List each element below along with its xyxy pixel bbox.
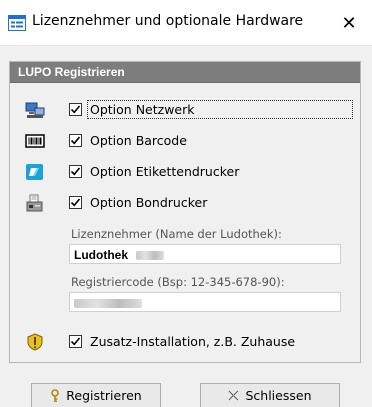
option-network-row: Option Netzwerk xyxy=(10,100,353,120)
licensee-label: Lizenznehmer (Name der Ludothek): xyxy=(71,227,282,241)
form-icon xyxy=(8,15,26,31)
label-printer-icon xyxy=(26,164,43,180)
option-barcode-row: Option Barcode xyxy=(10,131,350,151)
extra-install-checkbox[interactable] xyxy=(69,335,82,348)
option-network-label[interactable]: Option Netzwerk xyxy=(90,102,195,117)
register-button-label: Registrieren xyxy=(66,388,142,403)
window-title: Lizenznehmer und optionale Hardware xyxy=(32,13,304,29)
redacted-text xyxy=(135,251,164,260)
group-header: LUPO Registrieren xyxy=(10,62,360,83)
register-button[interactable]: Registrieren xyxy=(31,383,161,407)
close-button[interactable]: Schliessen xyxy=(200,383,340,407)
extra-install-label[interactable]: Zusatz-Installation, z.B. Zuhause xyxy=(90,334,295,349)
option-receipt-printer-checkbox[interactable] xyxy=(69,196,82,209)
shield-icon xyxy=(27,333,43,351)
option-barcode-checkbox[interactable] xyxy=(69,134,82,147)
licensee-input[interactable]: Ludothek xyxy=(69,244,341,264)
group-title: LUPO Registrieren xyxy=(18,65,125,79)
title-bar[interactable]: Lizenznehmer und optionale Hardware ✕ xyxy=(0,0,372,46)
key-icon xyxy=(51,388,60,402)
dialog-window: Lizenznehmer und optionale Hardware ✕ LU… xyxy=(0,0,372,407)
receipt-printer-icon xyxy=(26,194,43,212)
option-label-printer-checkbox[interactable] xyxy=(69,165,82,178)
regcode-label: Registriercode (Bsp: 12-345-678-90): xyxy=(71,275,285,289)
registration-group: LUPO Registrieren Option Netzwerk Option… xyxy=(9,61,361,363)
option-receipt-printer-label[interactable]: Option Bondrucker xyxy=(90,195,207,210)
option-barcode-label[interactable]: Option Barcode xyxy=(90,133,187,148)
regcode-input[interactable] xyxy=(69,292,341,312)
option-label-printer-label[interactable]: Option Etikettendrucker xyxy=(90,164,239,179)
extra-install-row: Zusatz-Installation, z.B. Zuhause xyxy=(10,332,350,352)
option-label-printer-row: Option Etikettendrucker xyxy=(10,162,350,182)
network-computer-icon xyxy=(25,102,45,118)
redacted-text xyxy=(74,299,142,308)
close-button-label: Schliessen xyxy=(245,388,312,403)
licensee-value: Ludothek xyxy=(74,248,128,262)
option-receipt-printer-row: Option Bondrucker xyxy=(10,193,350,213)
close-window-button[interactable]: ✕ xyxy=(326,0,372,46)
barcode-icon xyxy=(25,134,45,148)
option-network-checkbox[interactable] xyxy=(69,103,82,116)
close-icon xyxy=(229,390,240,401)
close-icon: ✕ xyxy=(341,12,357,34)
